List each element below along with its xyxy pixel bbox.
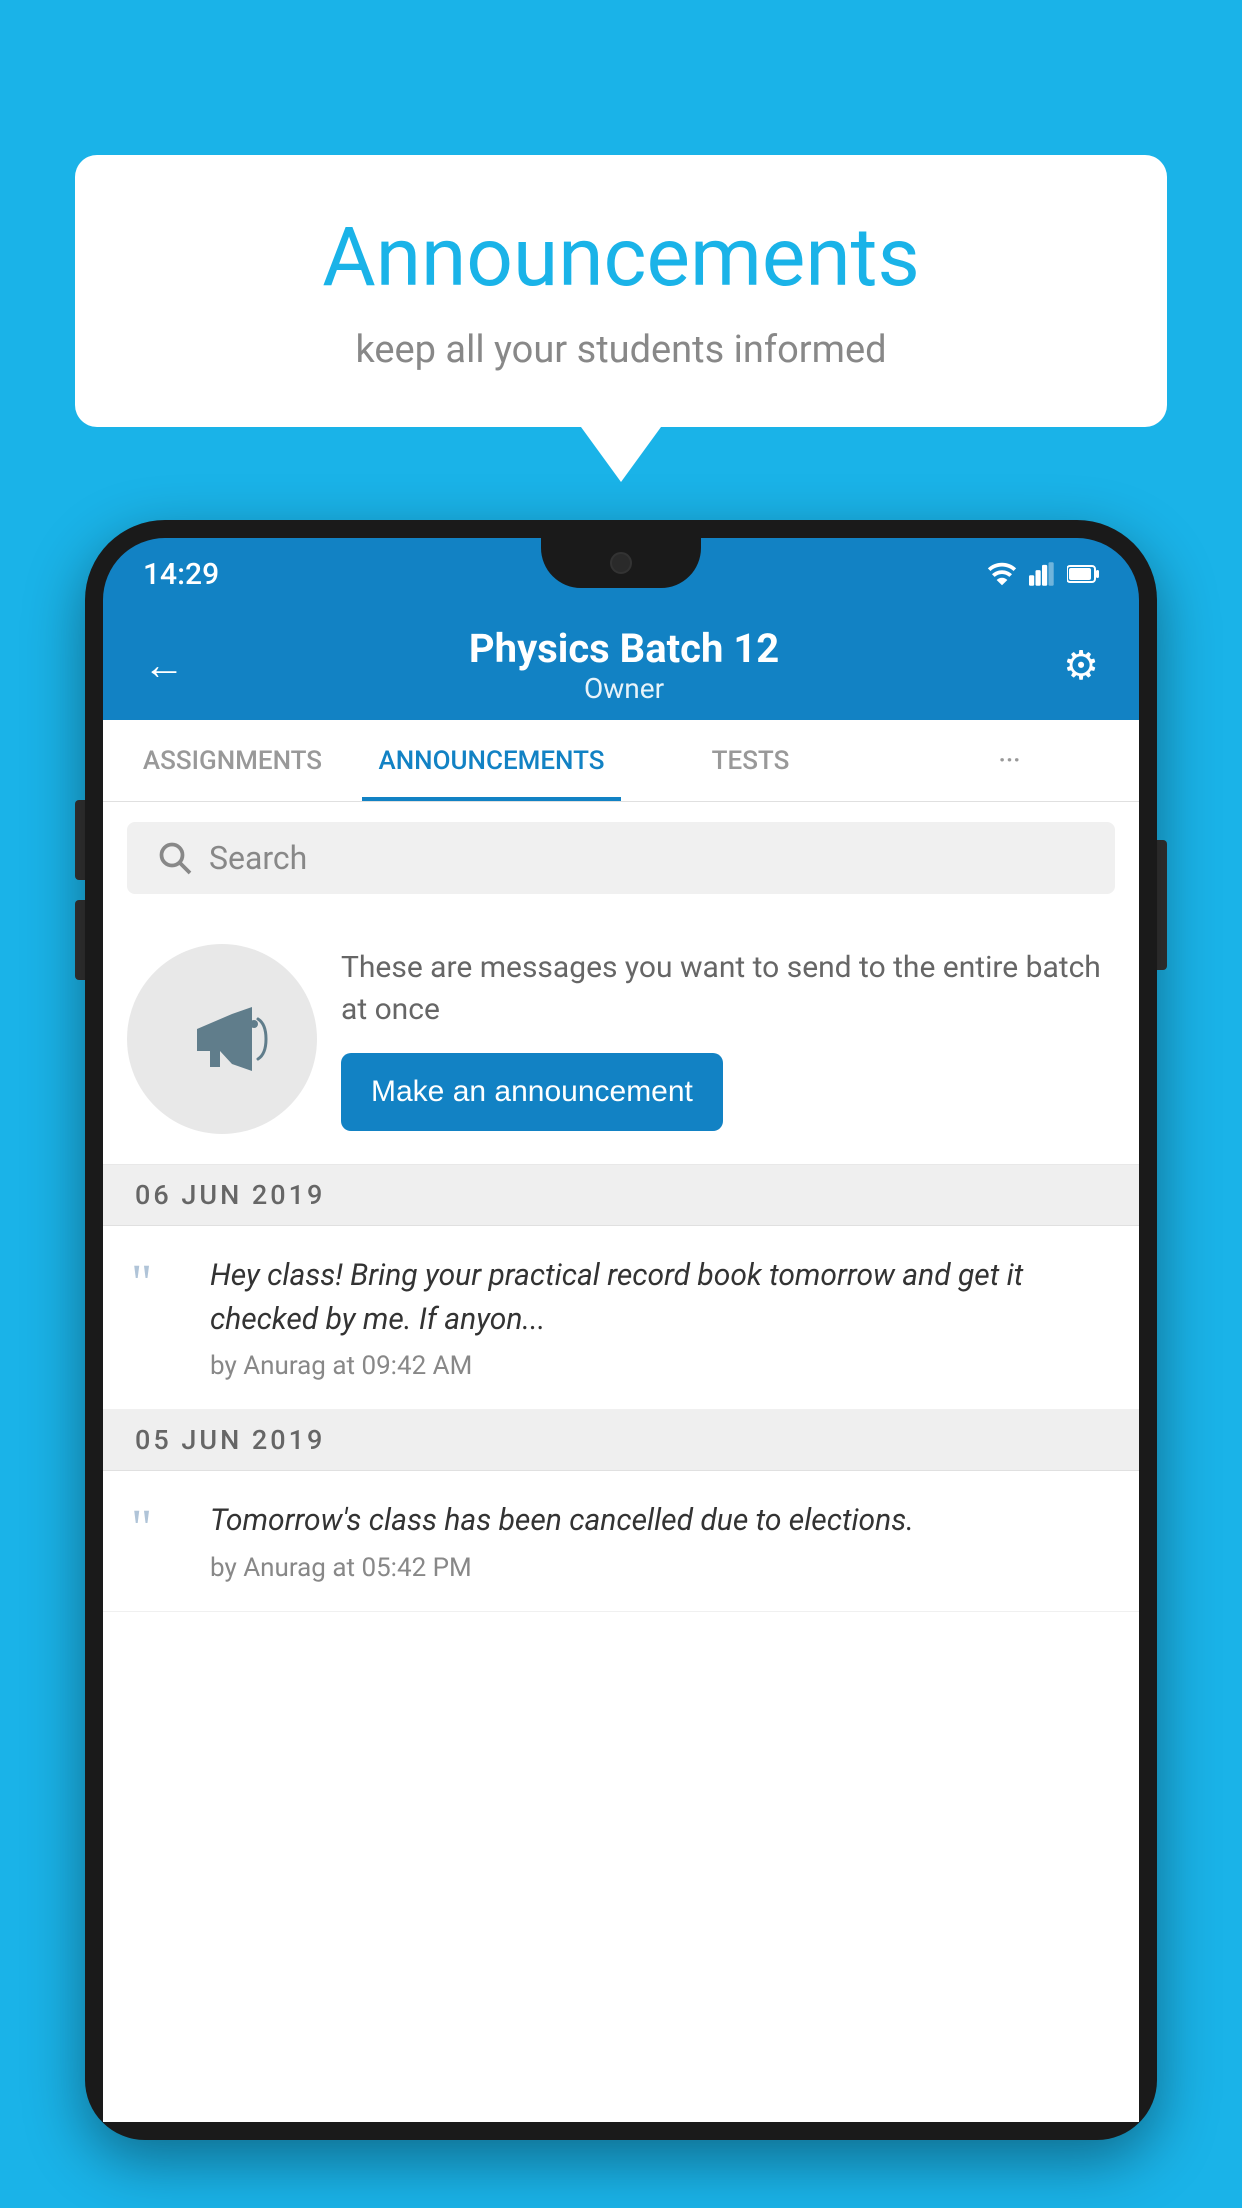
tab-assignments[interactable]: ASSIGNMENTS xyxy=(103,720,362,801)
tab-announcements[interactable]: ANNOUNCEMENTS xyxy=(362,720,621,801)
status-time: 14:29 xyxy=(143,557,219,592)
announcement-message-2: Tomorrow's class has been cancelled due … xyxy=(210,1499,1111,1543)
speech-bubble-title: Announcements xyxy=(135,210,1107,306)
search-bar-container: Search xyxy=(103,802,1139,914)
search-icon xyxy=(157,840,193,876)
side-button-power xyxy=(1157,840,1167,970)
phone-outer: 14:29 xyxy=(85,520,1157,2140)
app-header: ← Physics Batch 12 Owner ⚙ xyxy=(103,610,1139,720)
announcement-text-block-1: Hey class! Bring your practical record b… xyxy=(210,1254,1111,1381)
announcement-item-1[interactable]: " Hey class! Bring your practical record… xyxy=(103,1226,1139,1410)
settings-button[interactable]: ⚙ xyxy=(1063,642,1099,689)
announcement-message-1: Hey class! Bring your practical record b… xyxy=(210,1254,1111,1341)
side-button-volume-up xyxy=(75,800,85,880)
camera xyxy=(610,552,632,574)
announcement-item-2[interactable]: " Tomorrow's class has been cancelled du… xyxy=(103,1471,1139,1612)
speech-bubble-container: Announcements keep all your students inf… xyxy=(75,155,1167,482)
status-icons xyxy=(987,562,1099,586)
status-bar: 14:29 xyxy=(103,538,1139,610)
header-center: Physics Batch 12 Owner xyxy=(469,625,779,705)
battery-icon xyxy=(1067,564,1099,584)
promo-icon-circle xyxy=(127,944,317,1134)
search-bar[interactable]: Search xyxy=(127,822,1115,894)
promo-area: These are messages you want to send to t… xyxy=(103,914,1139,1165)
promo-description: These are messages you want to send to t… xyxy=(341,947,1115,1031)
app-content: Search These are messages you want to se… xyxy=(103,802,1139,2122)
date-separator-2: 05 JUN 2019 xyxy=(103,1410,1139,1471)
speech-bubble-arrow xyxy=(581,427,661,482)
search-placeholder: Search xyxy=(209,839,307,877)
tab-tests[interactable]: TESTS xyxy=(621,720,880,801)
make-announcement-button[interactable]: Make an announcement xyxy=(341,1053,723,1131)
back-button[interactable]: ← xyxy=(143,641,185,690)
header-subtitle: Owner xyxy=(469,672,779,705)
phone-container: 14:29 xyxy=(85,520,1157,2208)
wifi-icon xyxy=(987,562,1017,586)
header-title: Physics Batch 12 xyxy=(469,625,779,672)
quote-icon-2: " xyxy=(131,1503,186,1555)
megaphone-icon xyxy=(172,989,272,1089)
speech-bubble-subtitle: keep all your students informed xyxy=(135,328,1107,372)
announcement-meta-1: by Anurag at 09:42 AM xyxy=(210,1351,1111,1381)
signal-icon xyxy=(1029,562,1055,586)
date-separator-1: 06 JUN 2019 xyxy=(103,1165,1139,1226)
announcement-text-block-2: Tomorrow's class has been cancelled due … xyxy=(210,1499,1111,1583)
quote-icon-1: " xyxy=(131,1258,186,1310)
tab-more[interactable]: ··· xyxy=(880,720,1139,801)
side-button-volume-down xyxy=(75,900,85,980)
notch xyxy=(541,538,701,588)
announcement-meta-2: by Anurag at 05:42 PM xyxy=(210,1553,1111,1583)
promo-right: These are messages you want to send to t… xyxy=(341,947,1115,1131)
tab-bar: ASSIGNMENTS ANNOUNCEMENTS TESTS ··· xyxy=(103,720,1139,802)
speech-bubble: Announcements keep all your students inf… xyxy=(75,155,1167,427)
